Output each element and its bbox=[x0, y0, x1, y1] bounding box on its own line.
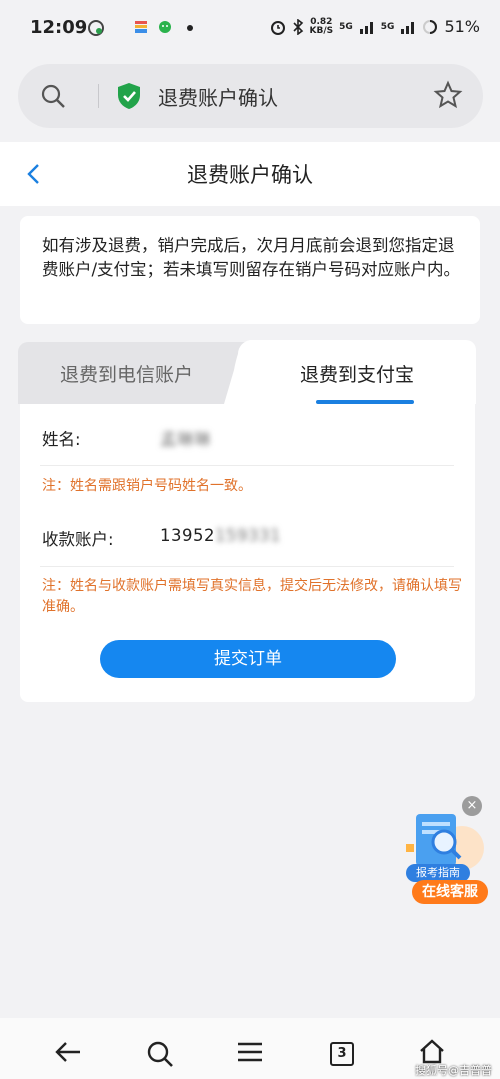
signal-icon bbox=[401, 21, 415, 34]
signal1-label: 5G bbox=[339, 21, 353, 32]
address-bar-title: 退费账户确认 bbox=[158, 86, 278, 110]
tab-slant bbox=[224, 340, 252, 404]
search-icon[interactable] bbox=[40, 83, 66, 109]
status-bar: 12:09 0.82 KB/S 5G 5G 51% bbox=[0, 0, 500, 56]
dot-icon bbox=[187, 25, 193, 31]
refund-form: 姓名: 孟琳琳 注：姓名需跟销户号码姓名一致。 收款账户: 1395215933… bbox=[20, 404, 475, 702]
account-blurred: 159331 bbox=[215, 526, 281, 545]
online-service-widget[interactable]: 报考指南 在线客服 bbox=[398, 808, 488, 908]
divider bbox=[40, 465, 454, 466]
online-service-label: 在线客服 bbox=[412, 880, 488, 904]
menu-icon[interactable] bbox=[236, 1040, 264, 1064]
wechat-icon bbox=[159, 21, 171, 33]
watermark: 搜狐号@吉普普 bbox=[415, 1064, 492, 1077]
page-header: 退费账户确认 bbox=[0, 142, 500, 206]
address-bar[interactable]: 退费账户确认 bbox=[18, 64, 483, 128]
alarm-icon bbox=[270, 20, 285, 35]
name-note: 注：姓名需跟销户号码姓名一致。 bbox=[42, 478, 252, 494]
name-value: 孟琳琳 bbox=[160, 430, 211, 449]
refund-notice-text: 如有涉及退费，销户完成后，次月月底前会退到您指定退费账户/支付宝；若未填写则留存… bbox=[42, 236, 461, 279]
search-icon[interactable] bbox=[146, 1040, 174, 1068]
star-icon[interactable] bbox=[433, 80, 463, 110]
tab-label: 退费到电信账户 bbox=[60, 364, 194, 386]
chat-bubble-icon bbox=[88, 20, 104, 36]
bluetooth-icon bbox=[292, 18, 303, 35]
account-value: 13952159331 bbox=[160, 526, 281, 545]
divider bbox=[98, 84, 99, 108]
shield-check-icon bbox=[118, 83, 140, 109]
browser-bottom-nav: 3 搜狐号@吉普普 bbox=[0, 1018, 500, 1079]
battery-icon bbox=[423, 19, 438, 34]
name-label: 姓名: bbox=[42, 430, 81, 449]
signal2-label: 5G bbox=[380, 21, 395, 32]
account-note: 注：姓名与收款账户需填写真实信息，提交后无法修改，请确认填写准确。 bbox=[42, 578, 462, 615]
tab-refund-to-alipay[interactable]: 退费到支付宝 bbox=[224, 340, 476, 404]
divider bbox=[40, 566, 454, 567]
account-label: 收款账户: bbox=[42, 530, 114, 549]
home-icon[interactable] bbox=[418, 1038, 446, 1064]
refund-method-tabs: 退费到电信账户 退费到支付宝 bbox=[18, 340, 476, 404]
signal-icon bbox=[359, 21, 373, 34]
wallet-icon bbox=[135, 21, 147, 33]
submit-order-button[interactable]: 提交订单 bbox=[100, 640, 396, 678]
refund-notice-card: 如有涉及退费，销户完成后，次月月底前会退到您指定退费账户/支付宝；若未填写则留存… bbox=[20, 216, 480, 324]
net-speed: 0.82 KB/S bbox=[309, 16, 334, 36]
page-title: 退费账户确认 bbox=[187, 163, 313, 187]
arrow-left-icon[interactable] bbox=[54, 1040, 82, 1064]
tab-refund-to-telecom[interactable]: 退费到电信账户 bbox=[18, 342, 253, 404]
battery-percent: 51% bbox=[444, 17, 480, 36]
account-visible: 13952 bbox=[160, 526, 215, 545]
tab-label: 退费到支付宝 bbox=[300, 364, 415, 386]
status-time: 12:09 bbox=[30, 17, 88, 38]
tabs-icon[interactable]: 3 bbox=[330, 1042, 354, 1066]
